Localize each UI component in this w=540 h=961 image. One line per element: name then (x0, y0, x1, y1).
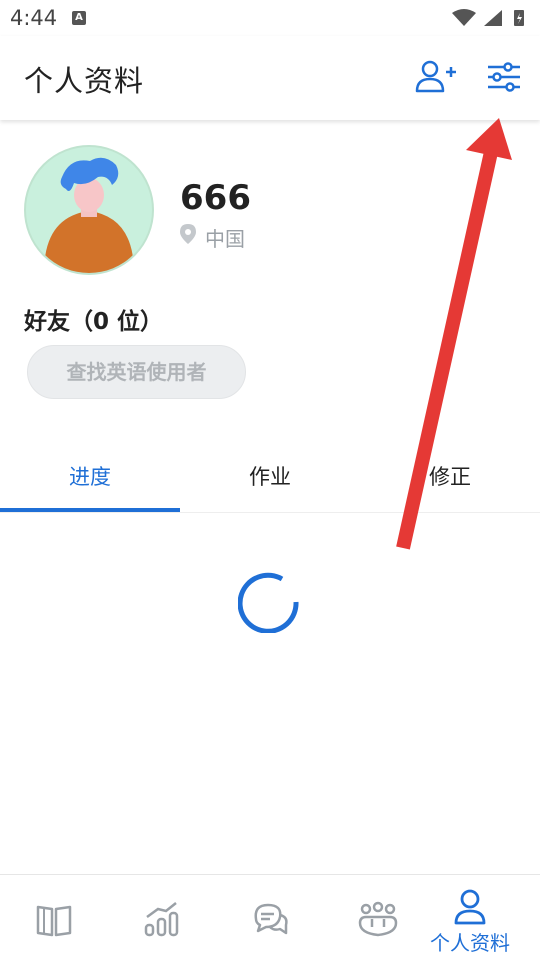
nav-profile-label: 个人资料 (430, 931, 510, 955)
nav-progress[interactable] (108, 875, 216, 961)
sliders-icon (488, 62, 520, 92)
nav-learn[interactable] (0, 875, 108, 961)
chat-icon (254, 903, 288, 935)
chart-icon (144, 902, 179, 937)
page-title: 个人资料 (24, 64, 145, 98)
signal-icon (484, 10, 502, 26)
tab-corrections[interactable]: 修正 (360, 440, 540, 512)
community-icon (358, 901, 398, 937)
nav-profile[interactable]: 个人资料 (416, 875, 524, 961)
loading-spinner (238, 572, 299, 633)
add-user-icon (415, 60, 456, 93)
app-bar: 个人资料 (0, 36, 540, 120)
avatar-illustration (44, 157, 134, 273)
wifi-icon (452, 9, 476, 26)
location-pin-icon (180, 224, 196, 244)
avatar[interactable] (24, 145, 154, 275)
system-status-icons (452, 9, 524, 26)
friends-title: 好友（0 位） (24, 309, 164, 335)
settings-button[interactable] (480, 56, 528, 100)
location-text: 中国 (205, 227, 245, 251)
username: 666 (180, 178, 251, 218)
bottom-nav: 个人资料 (0, 874, 540, 961)
find-speakers-button[interactable]: 查找英语使用者 (27, 345, 246, 399)
tabs-divider (0, 512, 540, 513)
tab-homework[interactable]: 作业 (180, 440, 360, 512)
status-time: 4:44 (10, 6, 58, 30)
book-icon (36, 905, 72, 937)
tab-progress[interactable]: 进度 (0, 440, 180, 512)
status-bar: 4:44 A (0, 0, 540, 36)
profile-icon (454, 889, 486, 925)
add-friend-button[interactable] (410, 56, 458, 100)
nav-chat[interactable] (216, 875, 324, 961)
notification-icon: A (72, 11, 86, 25)
